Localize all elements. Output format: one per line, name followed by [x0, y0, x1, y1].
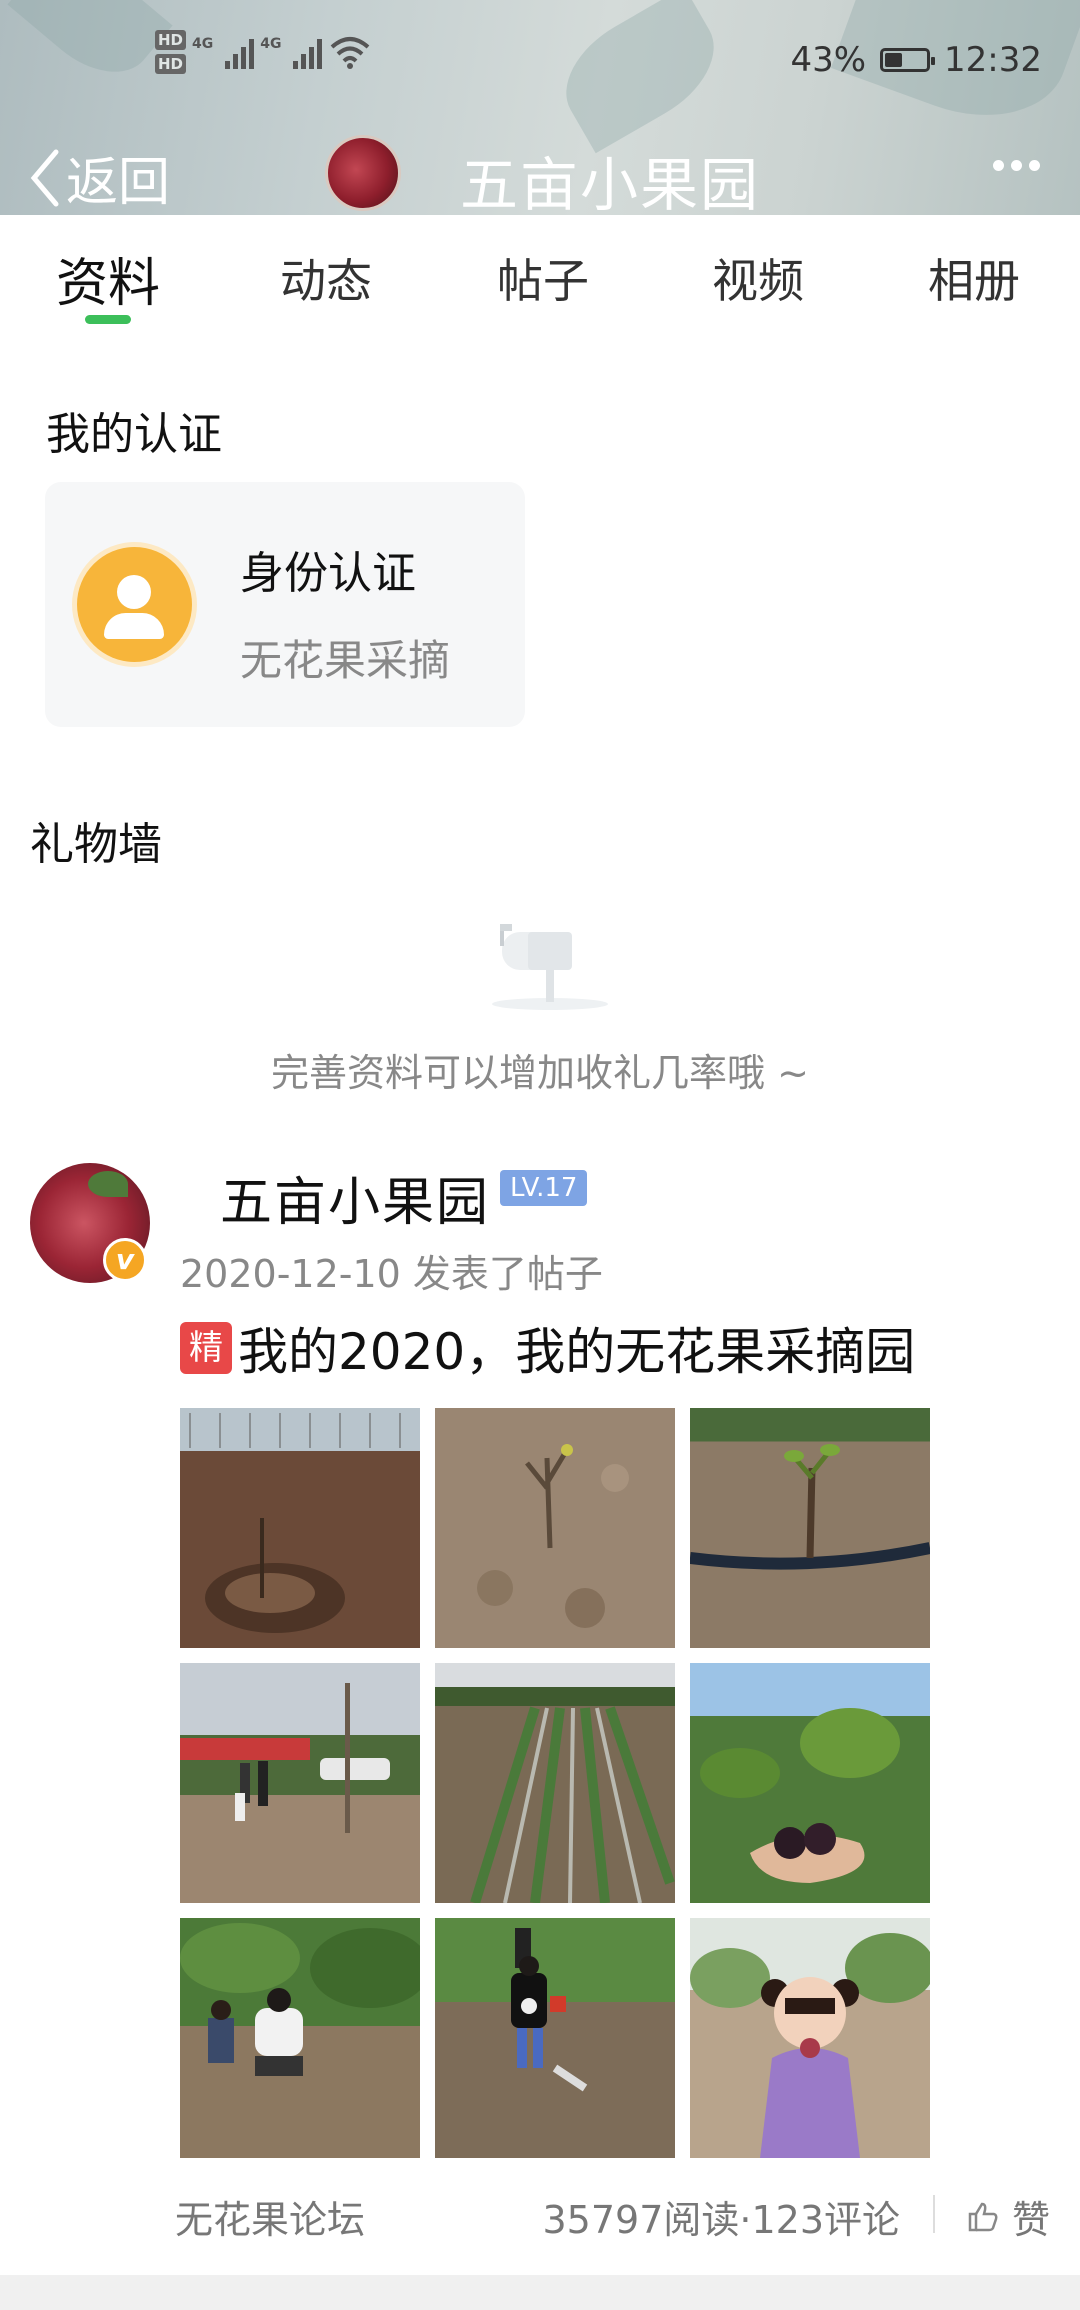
background-leaf: [545, 0, 735, 154]
hd1-icon: HD: [155, 30, 187, 50]
status-bar-right: 43% 12:32: [790, 40, 1042, 80]
active-tab-indicator: [85, 315, 131, 324]
user-icon: [77, 547, 192, 662]
post-photo[interactable]: [180, 1663, 420, 1903]
post-photo[interactable]: [690, 1663, 930, 1903]
post-photo[interactable]: [180, 1408, 420, 1648]
dot-icon: [993, 160, 1004, 171]
wifi-icon: [331, 37, 370, 69]
certification-subtitle: 无花果采摘: [240, 636, 451, 685]
post-author-name[interactable]: 五亩小果园: [220, 1160, 490, 1235]
post-photo[interactable]: [435, 1408, 675, 1648]
post-title[interactable]: 精 我的2020，我的无花果采摘园: [180, 1312, 915, 1384]
like-button[interactable]: 赞: [966, 2189, 1050, 2244]
profile-tabs: 资料 动态 帖子 视频 相册: [0, 215, 1080, 325]
verified-badge-icon: v: [103, 1238, 147, 1282]
post-photo[interactable]: [180, 1918, 420, 2158]
back-button[interactable]: 返回: [28, 140, 170, 215]
divider-band: [0, 2275, 1080, 2310]
profile-header: HD HD 4G 4G 43% 12:32 返回 五亩小果园: [0, 0, 1080, 215]
certification-title: 身份认证: [240, 548, 416, 599]
more-options-button[interactable]: [993, 160, 1040, 171]
clock: 12:32: [944, 40, 1042, 80]
identity-certification-card[interactable]: 身份认证 无花果采摘: [45, 482, 525, 727]
tab-activity[interactable]: 动态: [280, 245, 372, 311]
background-leaf: [7, 0, 173, 95]
like-label: 赞: [1011, 2198, 1050, 2242]
network-type-2: 4G: [260, 36, 282, 52]
thumbs-up-icon: [968, 2202, 998, 2231]
page-title: 五亩小果园: [460, 151, 761, 215]
mailbox-icon: [492, 924, 608, 1010]
status-bar-left: HD HD 4G 4G: [155, 30, 372, 74]
post-image-grid: [180, 1408, 930, 2158]
post-footer: 无花果论坛 35797阅读·123评论 赞: [0, 2175, 1080, 2255]
hd-indicators: HD HD: [155, 30, 187, 74]
battery-icon: [880, 48, 936, 72]
chevron-left-icon: [30, 149, 59, 206]
gift-wall-empty-text: 完善资料可以增加收礼几率哦 ~: [271, 1051, 809, 1095]
post-photo[interactable]: [690, 1918, 930, 2158]
dot-icon: [1029, 160, 1040, 171]
divider: [933, 2195, 935, 2233]
certification-section-title: 我的认证: [46, 409, 222, 460]
tab-videos[interactable]: 视频: [712, 245, 804, 311]
post-photo[interactable]: [435, 1918, 675, 2158]
network-type-1: 4G: [192, 36, 214, 52]
post-title-text: 我的2020，我的无花果采摘园: [238, 1323, 916, 1381]
forum-link[interactable]: 无花果论坛: [175, 2189, 365, 2244]
gift-wall-section-title: 礼物墙: [30, 819, 162, 870]
header-avatar[interactable]: [325, 135, 401, 211]
post-meta: 2020-12-10 发表了帖子: [180, 1252, 603, 1296]
back-label: 返回: [66, 153, 171, 213]
tab-albums[interactable]: 相册: [928, 245, 1020, 311]
signal-1-icon: [225, 35, 255, 69]
battery-percent: 43%: [790, 40, 867, 80]
battery-fill: [885, 53, 903, 67]
essence-tag: 精: [180, 1322, 232, 1374]
post-stats: 35797阅读·123评论: [542, 2198, 901, 2242]
post-photo[interactable]: [690, 1408, 930, 1648]
tab-profile[interactable]: 资料: [56, 241, 160, 316]
level-badge: LV.17: [500, 1170, 588, 1206]
tab-posts[interactable]: 帖子: [497, 245, 589, 311]
post-photo[interactable]: [435, 1663, 675, 1903]
dot-icon: [1011, 160, 1022, 171]
signal-2-icon: [293, 35, 323, 69]
hd2-icon: HD: [155, 54, 187, 74]
